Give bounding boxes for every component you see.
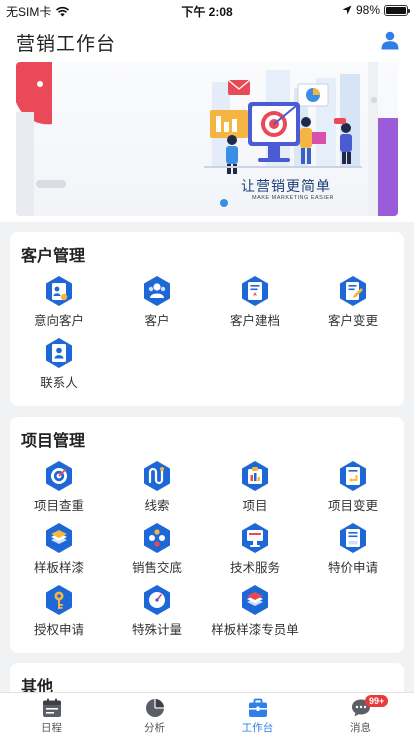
grid-item-tech-service[interactable]: 技术服务	[206, 522, 304, 576]
clue-icon	[144, 461, 170, 491]
grid-item-label: 授权申请	[33, 623, 84, 637]
grid-item-clue[interactable]: 线索	[108, 460, 206, 514]
grid-item-label: 特殊计量	[131, 623, 182, 637]
grid-item-label: 客户	[144, 314, 170, 328]
tab-label: 消息	[350, 722, 371, 734]
app-header: 营销工作台	[0, 20, 414, 62]
prospect-icon	[46, 276, 72, 306]
grid-item-label: 样板样漆	[33, 561, 84, 575]
tech-service-icon	[242, 523, 268, 553]
grid-item-label: 意向客户	[33, 314, 84, 328]
grid-item-label: 销售交底	[131, 561, 182, 575]
project-icon	[242, 461, 268, 491]
banner-carousel[interactable]: 让营销更简单 MAKE MARKETING EASIER	[0, 62, 414, 222]
target-icon	[46, 461, 72, 491]
sample-paint-icon	[46, 523, 72, 553]
project-change-icon	[340, 461, 366, 491]
special-price-icon	[340, 523, 366, 553]
grid-item-project-dedup[interactable]: 项目查重	[10, 460, 108, 514]
carousel-indicator[interactable]	[220, 199, 228, 207]
banner-slide[interactable]: 让营销更简单 MAKE MARKETING EASIER	[16, 62, 398, 216]
message-count-badge: 99+	[365, 695, 389, 707]
page-title: 营销工作台	[16, 34, 117, 55]
grid-item-customer-edit[interactable]: 客户变更	[304, 275, 402, 329]
contact-icon	[46, 338, 72, 368]
grid-item-project[interactable]: 项目	[206, 460, 304, 514]
grid-item-label: 项目	[242, 499, 268, 513]
briefcase-icon	[248, 698, 267, 717]
tab-label: 分析	[144, 722, 165, 734]
marketing-illustration	[16, 62, 398, 216]
location-arrow-icon	[342, 5, 352, 15]
sales-brief-icon	[144, 523, 170, 553]
tab-label: 工作台	[241, 722, 274, 734]
grid-item-sales-brief[interactable]: 销售交底	[108, 522, 206, 576]
battery-icon	[384, 4, 410, 16]
section-customer-management: 客户管理 意向客户 客户 客户建档 客户变更 联系人	[10, 232, 404, 406]
customer-file-icon	[242, 276, 268, 306]
grid-item-project-change[interactable]: 项目变更	[304, 460, 402, 514]
pie-chart-icon	[145, 699, 164, 717]
measure-icon	[144, 585, 170, 615]
grid-item-label: 客户变更	[327, 314, 378, 328]
grid-item-sample-specialist[interactable]: 样板样漆专员单	[206, 584, 304, 638]
grid-item-customer-file[interactable]: 客户建档	[206, 275, 304, 329]
customer-icon	[144, 276, 170, 306]
grid-item-special-price[interactable]: 特价申请	[304, 522, 402, 576]
section-title: 客户管理	[21, 248, 86, 265]
status-bar: 无SIM卡 下午 2:08 98%	[0, 0, 414, 20]
customer-edit-icon	[340, 276, 366, 306]
sample-specialist-icon	[242, 585, 268, 615]
grid-item-prospect[interactable]: 意向客户	[10, 275, 108, 329]
bottom-tab-bar: 日程 分析 工作台 99+ 消息	[0, 692, 414, 736]
grid-item-label: 特价申请	[327, 561, 378, 575]
grid-item-sample-paint[interactable]: 样板样漆	[10, 522, 108, 576]
grid-item-customer[interactable]: 客户	[108, 275, 206, 329]
authorization-icon	[46, 585, 72, 615]
tab-label: 日程	[41, 722, 62, 734]
grid-item-label: 线索	[144, 499, 170, 513]
battery-percent: 98%	[355, 3, 380, 17]
banner-slogan-en: MAKE MARKETING EASIER	[252, 195, 335, 201]
tab-messages[interactable]: 99+ 消息	[309, 695, 412, 735]
tab-schedule[interactable]: 日程	[0, 697, 103, 735]
grid-item-label: 项目变更	[327, 499, 378, 513]
grid-item-special-measure[interactable]: 特殊计量	[108, 584, 206, 638]
banner-slogan: 让营销更简单	[241, 178, 331, 194]
grid-item-authorization[interactable]: 授权申请	[10, 584, 108, 638]
tab-analysis[interactable]: 分析	[103, 697, 206, 735]
calendar-icon	[42, 698, 61, 717]
grid-item-label: 样板样漆专员单	[211, 623, 299, 637]
section-project-management: 项目管理 项目查重 线索 项目 项目变更 样板样漆 销售交底 技术服务 特价申请…	[10, 417, 404, 653]
user-icon[interactable]	[380, 30, 400, 50]
grid-item-label: 客户建档	[229, 314, 280, 328]
section-title: 项目管理	[21, 433, 86, 450]
grid-item-label: 联系人	[40, 376, 78, 390]
grid-item-label: 技术服务	[229, 561, 280, 575]
tab-workbench[interactable]: 工作台	[206, 697, 309, 735]
grid-item-contact[interactable]: 联系人	[10, 337, 108, 391]
grid-item-label: 项目查重	[33, 499, 84, 513]
